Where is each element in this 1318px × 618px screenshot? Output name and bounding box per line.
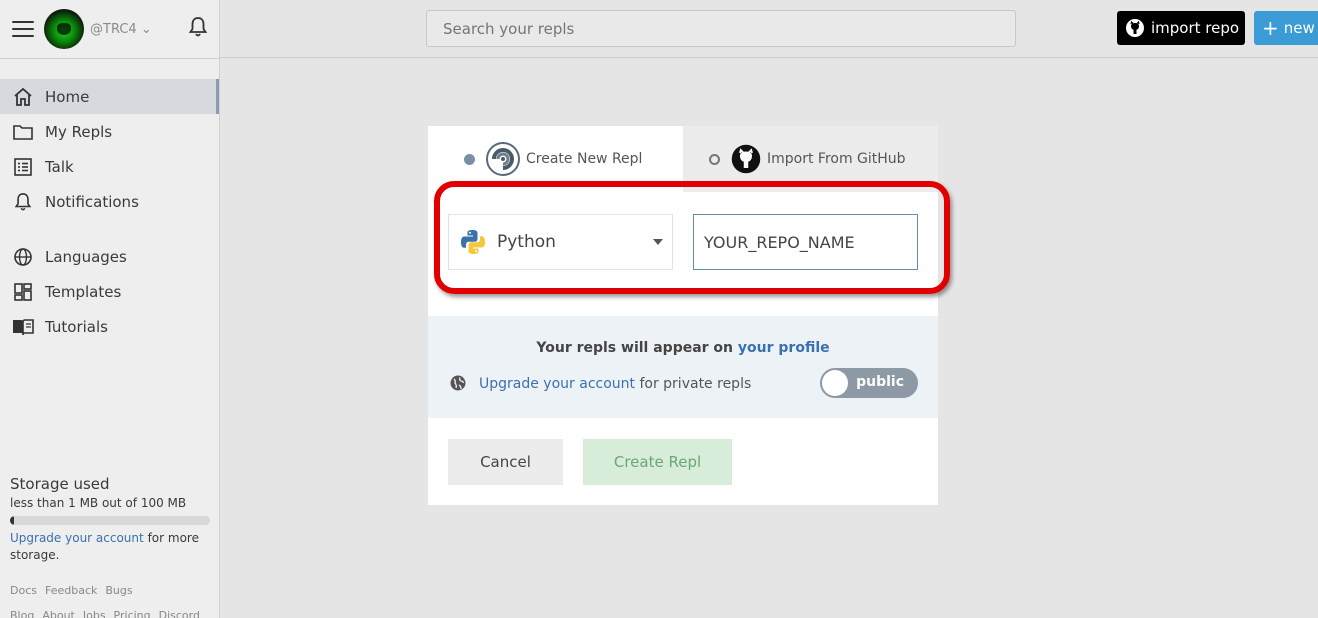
modal-tabs: Create New Repl Import From GitHub xyxy=(428,126,938,192)
github-icon xyxy=(731,144,761,174)
sidebar-item-label: Tutorials xyxy=(45,317,108,336)
footer-link-about[interactable]: About xyxy=(42,609,75,618)
sidebar: @TRC4 ⌄ Home My Repls Talk Notifications… xyxy=(0,0,220,618)
your-profile-link[interactable]: your profile xyxy=(738,340,830,356)
storage-progress-fill xyxy=(10,516,14,525)
radio-selected-icon xyxy=(464,153,475,165)
profile-info-label: Your repls will appear on xyxy=(536,340,734,356)
storage-upgrade-text: Upgrade your account for more storage. xyxy=(10,530,210,564)
nav-primary: Home My Repls Talk Notifications xyxy=(0,79,219,219)
repl-name-input[interactable] xyxy=(693,214,918,270)
sidebar-header: @TRC4 ⌄ xyxy=(0,0,219,58)
sidebar-item-label: Home xyxy=(45,87,90,106)
replit-logo-icon xyxy=(486,142,520,176)
storage-subtitle: less than 1 MB out of 100 MB xyxy=(10,496,187,510)
folder-icon xyxy=(12,121,34,143)
footer-link-bugs[interactable]: Bugs xyxy=(105,584,132,597)
footer-link-jobs[interactable]: Jobs xyxy=(83,609,106,618)
search-input[interactable] xyxy=(426,10,1016,47)
topbar: import repo + new xyxy=(220,0,1318,58)
home-icon xyxy=(12,86,34,108)
language-select-value: Python xyxy=(497,232,556,252)
caret-down-icon xyxy=(653,239,663,245)
talk-icon xyxy=(12,156,34,178)
footer-link-feedback[interactable]: Feedback xyxy=(45,584,97,597)
bell-icon xyxy=(12,191,34,213)
sidebar-item-label: Talk xyxy=(45,157,74,176)
book-icon xyxy=(12,316,34,338)
storage-progress-bar xyxy=(10,516,210,525)
private-repls-label: for private repls xyxy=(639,376,752,392)
toggle-label: public xyxy=(856,374,904,390)
username-dropdown[interactable]: @TRC4 ⌄ xyxy=(90,22,152,37)
create-repl-button[interactable]: Create Repl xyxy=(583,439,732,485)
avatar[interactable] xyxy=(44,9,84,49)
sidebar-item-my-repls[interactable]: My Repls xyxy=(0,114,219,149)
sidebar-item-label: Notifications xyxy=(45,192,139,211)
new-repl-button[interactable]: + new xyxy=(1254,11,1318,45)
chevron-down-icon: ⌄ xyxy=(140,21,152,37)
import-repo-button[interactable]: import repo xyxy=(1117,11,1245,45)
globe-icon xyxy=(12,246,34,268)
radio-unselected-icon xyxy=(709,153,720,165)
footer-links: Docs Feedback Bugs xyxy=(10,584,133,597)
sidebar-item-templates[interactable]: Templates xyxy=(0,274,219,309)
sidebar-item-languages[interactable]: Languages xyxy=(0,239,219,274)
plus-icon: + xyxy=(1262,16,1279,40)
tab-import-label: Import From GitHub xyxy=(767,151,906,167)
templates-icon xyxy=(12,281,34,303)
visibility-info-panel: Your repls will appear on your profile U… xyxy=(428,316,938,418)
github-icon xyxy=(1126,19,1144,37)
private-repls-text: Upgrade your account for private repls xyxy=(479,376,751,392)
profile-info-text: Your repls will appear on your profile xyxy=(428,340,938,356)
tab-create-label: Create New Repl xyxy=(526,151,643,167)
tab-create-new-repl[interactable]: Create New Repl xyxy=(428,126,683,192)
sidebar-item-tutorials[interactable]: Tutorials xyxy=(0,309,219,344)
footer-link-discord[interactable]: Discord xyxy=(159,609,200,618)
footer-link-pricing[interactable]: Pricing xyxy=(114,609,151,618)
tab-import-from-github[interactable]: Import From GitHub xyxy=(683,126,938,192)
storage-panel: Storage used less than 1 MB out of 100 M… xyxy=(10,475,210,564)
footer-links-secondary: Blog About Jobs Pricing Discord xyxy=(10,609,200,618)
sidebar-item-label: My Repls xyxy=(45,122,113,141)
new-label: new xyxy=(1283,19,1315,37)
python-icon xyxy=(461,230,485,254)
storage-title: Storage used xyxy=(10,475,110,493)
globe-icon xyxy=(450,375,466,391)
footer-link-blog[interactable]: Blog xyxy=(10,609,34,618)
cancel-button[interactable]: Cancel xyxy=(448,439,563,485)
language-select[interactable]: Python xyxy=(448,214,673,270)
username-label: @TRC4 xyxy=(90,21,137,37)
upgrade-account-link[interactable]: Upgrade your account xyxy=(10,531,144,545)
hamburger-menu-icon[interactable] xyxy=(12,21,34,37)
visibility-toggle[interactable]: public xyxy=(820,368,918,398)
toggle-knob xyxy=(822,370,848,396)
bell-icon[interactable] xyxy=(188,16,208,38)
sidebar-item-talk[interactable]: Talk xyxy=(0,149,219,184)
sidebar-item-notifications[interactable]: Notifications xyxy=(0,184,219,219)
import-repo-label: import repo xyxy=(1151,19,1240,37)
create-repl-modal: Create New Repl Import From GitHub Pytho… xyxy=(428,126,950,505)
upgrade-account-link[interactable]: Upgrade your account xyxy=(479,376,635,392)
nav-secondary: Languages Templates Tutorials xyxy=(0,239,219,344)
footer-link-docs[interactable]: Docs xyxy=(10,584,37,597)
sidebar-item-label: Languages xyxy=(45,247,127,266)
sidebar-item-home[interactable]: Home xyxy=(0,79,219,114)
sidebar-item-label: Templates xyxy=(45,282,122,301)
